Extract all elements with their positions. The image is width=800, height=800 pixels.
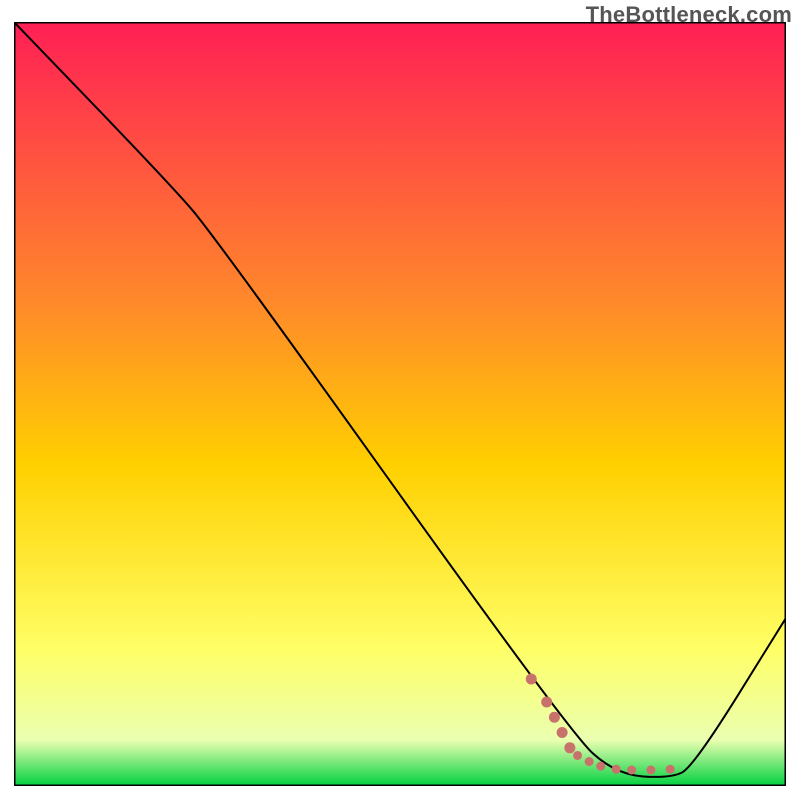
valley-dot [564,742,575,753]
valley-dot [646,765,655,774]
chart-svg [14,22,786,786]
valley-dot [549,712,560,723]
valley-dot [557,727,568,738]
valley-dot [612,765,621,774]
valley-dot [627,765,636,774]
valley-dot [541,696,552,707]
valley-dot [526,674,537,685]
valley-dot [666,765,675,774]
bottleneck-chart [14,22,786,786]
valley-dot [585,757,594,766]
valley-dot [596,762,605,771]
valley-dot [573,751,582,760]
gradient-background [14,22,786,786]
